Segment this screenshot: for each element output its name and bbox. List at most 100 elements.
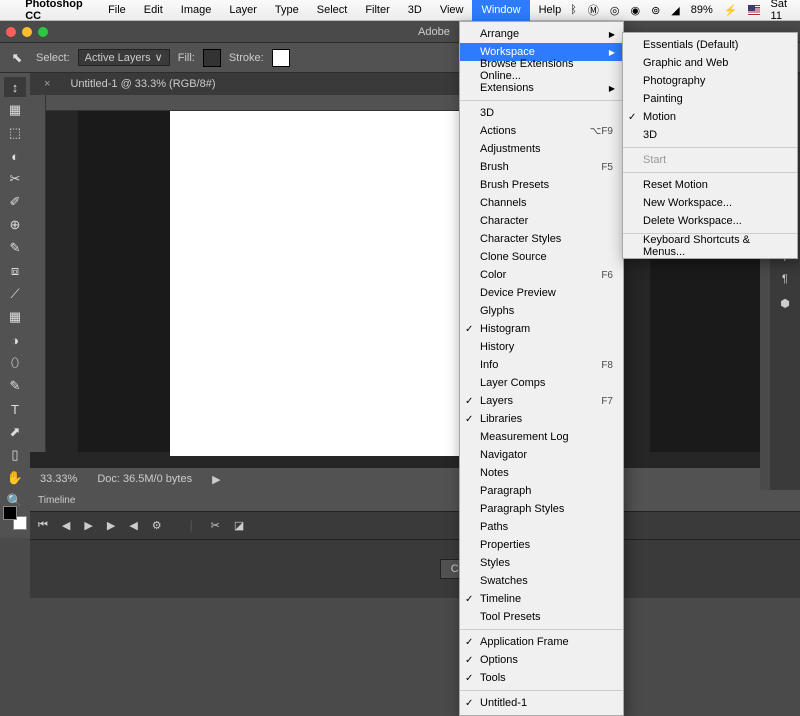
stroke-swatch[interactable] (272, 49, 290, 67)
malware-icon[interactable]: Ⓜ (588, 2, 599, 18)
menu-item-layer-comps[interactable]: Layer Comps (460, 374, 623, 392)
loop-button[interactable]: ⚙ (152, 519, 162, 532)
menu-item-keyboard-shortcuts-menus-[interactable]: Keyboard Shortcuts & Menus... (623, 237, 797, 255)
menu-item-character-styles[interactable]: Character Styles (460, 230, 623, 248)
menu-item-graphic-and-web[interactable]: Graphic and Web (623, 54, 797, 72)
wifi-icon[interactable]: ⊚ (651, 4, 660, 17)
menu-item-notes[interactable]: Notes (460, 464, 623, 482)
bluetooth-icon[interactable]: ᛒ (570, 4, 577, 16)
menu-help[interactable]: Help (530, 0, 571, 21)
doc-info-arrow-icon[interactable]: ▶ (212, 473, 220, 486)
tool-0[interactable]: ↕ (4, 77, 26, 97)
tool-16[interactable]: ▯ (4, 445, 26, 465)
menu-item-application-frame[interactable]: ✓Application Frame (460, 633, 623, 651)
menu-filter[interactable]: Filter (356, 0, 398, 21)
menu-item-device-preview[interactable]: Device Preview (460, 284, 623, 302)
menu-item-brush-presets[interactable]: Brush Presets (460, 176, 623, 194)
menu-item-history[interactable]: History (460, 338, 623, 356)
tool-7[interactable]: ✎ (4, 238, 26, 258)
tool-10[interactable]: ▦ (4, 307, 26, 327)
zoom-window-button[interactable] (38, 27, 48, 37)
doc-size[interactable]: Doc: 36.5M/0 bytes (97, 473, 192, 485)
menu-item-tool-presets[interactable]: Tool Presets (460, 608, 623, 626)
menu-item-character[interactable]: Character (460, 212, 623, 230)
tool-13[interactable]: ✎ (4, 376, 26, 396)
menu-item-glyphs[interactable]: Glyphs (460, 302, 623, 320)
menu-item-painting[interactable]: Painting (623, 90, 797, 108)
battery-icon[interactable]: ⚡ (724, 4, 738, 17)
menu-item-paths[interactable]: Paths (460, 518, 623, 536)
panel-paragraph-icon[interactable]: ¶ (782, 273, 788, 285)
tool-9[interactable]: ⟋ (4, 284, 26, 304)
app-name[interactable]: Photoshop CC (17, 0, 99, 22)
menu-item-histogram[interactable]: ✓Histogram (460, 320, 623, 338)
menu-image[interactable]: Image (172, 0, 221, 21)
canvas[interactable] (170, 111, 475, 456)
menu-item-untitled-1[interactable]: ✓Untitled-1 (460, 694, 623, 712)
menu-layer[interactable]: Layer (220, 0, 266, 21)
menu-item-properties[interactable]: Properties (460, 536, 623, 554)
tool-3[interactable]: ◐ (4, 146, 26, 166)
prev-frame-button[interactable]: ◀ (62, 519, 70, 532)
tool-4[interactable]: ✂ (4, 169, 26, 189)
menu-item-extensions[interactable]: Extensions (460, 79, 623, 97)
menu-item-delete-workspace-[interactable]: Delete Workspace... (623, 212, 797, 230)
fill-swatch[interactable] (203, 49, 221, 67)
tool-6[interactable]: ⊕ (4, 215, 26, 235)
zoom-level[interactable]: 33.33% (40, 473, 77, 485)
menu-select[interactable]: Select (308, 0, 357, 21)
menu-item-new-workspace-[interactable]: New Workspace... (623, 194, 797, 212)
menu-item-color[interactable]: ColorF6 (460, 266, 623, 284)
select-layers-dropdown[interactable]: Active Layers∨ (78, 49, 170, 66)
menu-item-swatches[interactable]: Swatches (460, 572, 623, 590)
next-frame-button[interactable]: ▶ (107, 519, 115, 532)
tool-17[interactable]: ✋ (4, 468, 26, 488)
tool-5[interactable]: ✐ (4, 192, 26, 212)
transition-button[interactable]: ◪ (234, 519, 244, 532)
menu-item-motion[interactable]: ✓Motion (623, 108, 797, 126)
input-flag-icon[interactable] (748, 5, 759, 16)
menu-3d[interactable]: 3D (399, 0, 431, 21)
ruler-vertical[interactable] (30, 95, 46, 452)
adobe-cc-icon[interactable]: ◉ (630, 4, 640, 17)
wifi-signal-icon[interactable]: ◢ (671, 4, 679, 17)
tool-12[interactable]: ⬯ (4, 353, 26, 373)
menu-view[interactable]: View (431, 0, 473, 21)
sync-icon[interactable]: ◎ (610, 4, 620, 17)
menu-edit[interactable]: Edit (135, 0, 172, 21)
menu-item-arrange[interactable]: Arrange (460, 25, 623, 43)
menu-item-layers[interactable]: ✓LayersF7 (460, 392, 623, 410)
menu-item-browse-extensions-online-[interactable]: Browse Extensions Online... (460, 61, 623, 79)
tool-11[interactable]: ◑ (4, 330, 26, 350)
menu-item-clone-source[interactable]: Clone Source (460, 248, 623, 266)
menu-item-paragraph[interactable]: Paragraph (460, 482, 623, 500)
split-button[interactable]: ✂ (211, 519, 220, 532)
menu-window[interactable]: Window (472, 0, 529, 21)
menu-item-paragraph-styles[interactable]: Paragraph Styles (460, 500, 623, 518)
menu-item-libraries[interactable]: ✓Libraries (460, 410, 623, 428)
menu-file[interactable]: File (99, 0, 135, 21)
menu-item-info[interactable]: InfoF8 (460, 356, 623, 374)
audio-button[interactable]: ◀ (129, 519, 137, 532)
menu-item-adjustments[interactable]: Adjustments (460, 140, 623, 158)
menu-item-3d[interactable]: 3D (623, 126, 797, 144)
panel-3d-icon[interactable]: ⬢ (780, 297, 790, 310)
play-button[interactable]: ▶ (84, 519, 92, 532)
menu-item-actions[interactable]: Actions⌥F9 (460, 122, 623, 140)
menu-item-styles[interactable]: Styles (460, 554, 623, 572)
tool-1[interactable]: ▦ (4, 100, 26, 120)
tab-close-button[interactable]: × (34, 78, 60, 90)
tool-8[interactable]: ⧈ (4, 261, 26, 281)
menu-item-3d[interactable]: 3D (460, 104, 623, 122)
current-tool-icon[interactable]: ⬉ (6, 48, 28, 68)
menu-item-channels[interactable]: Channels (460, 194, 623, 212)
tool-14[interactable]: T (4, 399, 26, 419)
clock[interactable]: Sat 11 (771, 0, 792, 22)
first-frame-button[interactable]: ⏮ (38, 519, 48, 532)
tool-2[interactable]: ⬚ (4, 123, 26, 143)
tool-15[interactable]: ⬈ (4, 422, 26, 442)
minimize-window-button[interactable] (22, 27, 32, 37)
menu-item-options[interactable]: ✓Options (460, 651, 623, 669)
close-window-button[interactable] (6, 27, 16, 37)
menu-item-tools[interactable]: ✓Tools (460, 669, 623, 687)
